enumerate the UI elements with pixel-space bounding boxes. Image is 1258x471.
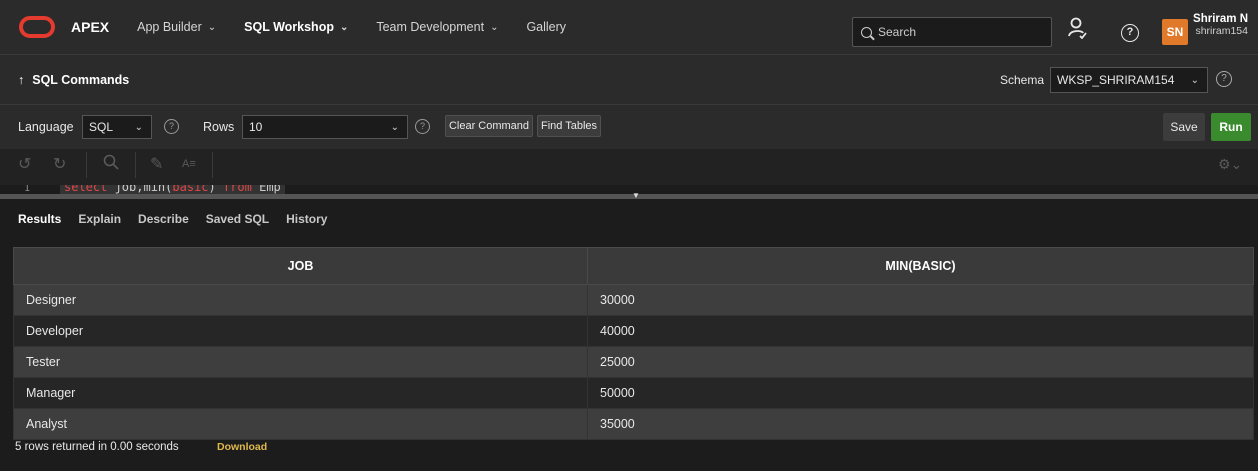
settings-gear-icon[interactable]: ⚙⌄: [1218, 156, 1242, 173]
tab-describe[interactable]: Describe: [138, 212, 189, 226]
avatar[interactable]: SN: [1162, 19, 1188, 45]
undo-icon[interactable]: ↺: [18, 154, 31, 174]
chevron-down-icon: ⌄: [1190, 74, 1199, 86]
user-menu[interactable]: Shriram N shriram154: [1192, 13, 1248, 37]
user-id: shriram154: [1195, 25, 1248, 37]
table-row: Designer 30000: [13, 284, 1254, 316]
main-nav: App Builder ⌄ SQL Workshop ⌄ Team Developm…: [137, 20, 594, 34]
tab-saved-sql[interactable]: Saved SQL: [206, 212, 269, 226]
schema-select[interactable]: WKSP_SHRIRAM154 ⌄: [1050, 67, 1208, 93]
search-icon: [861, 26, 872, 38]
user-name: Shriram N: [1193, 13, 1248, 25]
nav-team-development[interactable]: Team Development ⌄: [376, 20, 498, 34]
search-input[interactable]: Search: [852, 17, 1052, 47]
cell-min-basic: 30000: [587, 284, 1254, 316]
cell-min-basic: 50000: [587, 377, 1254, 409]
chevron-down-icon: ⌄: [490, 21, 499, 33]
save-button[interactable]: Save: [1163, 113, 1205, 141]
cell-min-basic: 25000: [587, 346, 1254, 378]
cell-min-basic: 40000: [587, 315, 1254, 347]
toolbar-divider: [135, 152, 136, 178]
nav-app-builder-label: App Builder: [137, 20, 202, 34]
sort-az-icon[interactable]: A≡: [182, 158, 196, 170]
tab-results[interactable]: Results: [18, 212, 61, 226]
column-header-min-basic: MIN(BASIC): [587, 247, 1254, 285]
table-row: Manager 50000: [13, 377, 1254, 409]
language-select[interactable]: SQL ⌄: [82, 115, 152, 139]
cell-job: Manager: [13, 377, 588, 409]
results-table: JOB MIN(BASIC) Designer 30000 Developer …: [13, 247, 1254, 440]
code-keyword: from: [222, 185, 252, 194]
help-icon[interactable]: ?: [1121, 24, 1139, 42]
chevron-down-icon: ⌄: [390, 121, 399, 133]
language-value: SQL: [89, 120, 114, 134]
line-number: 1: [24, 185, 31, 194]
logo-text: APEX: [71, 19, 110, 35]
cell-job: Tester: [13, 346, 588, 378]
arrow-up-icon: ↑: [18, 72, 25, 87]
nav-team-development-label: Team Development: [376, 20, 485, 34]
chevron-down-icon: ⌄: [339, 21, 349, 33]
rows-value: 10: [249, 120, 263, 134]
code-text: ): [208, 185, 223, 194]
find-icon[interactable]: [103, 154, 119, 175]
code-keyword: select: [64, 185, 108, 194]
schema-help-icon[interactable]: ?: [1216, 71, 1232, 87]
nav-sql-workshop[interactable]: SQL Workshop ⌄: [244, 20, 348, 34]
user-account-icon[interactable]: [1068, 17, 1088, 44]
tab-explain[interactable]: Explain: [78, 212, 121, 226]
breadcrumb[interactable]: ↑ SQL Commands: [18, 73, 129, 87]
nav-gallery-label: Gallery: [526, 20, 567, 34]
code-line: select job,min(basic) from Emp: [60, 185, 285, 194]
chevron-down-icon: ⌄: [207, 21, 217, 33]
language-help-icon[interactable]: ?: [164, 119, 179, 134]
table-row: Analyst 35000: [13, 408, 1254, 440]
wrench-icon[interactable]: ✎: [150, 154, 163, 174]
oracle-logo-icon: [19, 16, 55, 38]
nav-app-builder[interactable]: App Builder ⌄: [137, 20, 216, 34]
results-tabs: Results Explain Describe Saved SQL Histo…: [0, 199, 1258, 238]
table-row: Tester 25000: [13, 346, 1254, 378]
rows-returned-status: 5 rows returned in 0.00 seconds: [15, 441, 179, 453]
code-text: Emp: [251, 185, 281, 194]
table-row: Developer 40000: [13, 315, 1254, 347]
nav-gallery[interactable]: Gallery: [526, 20, 566, 34]
language-label: Language: [18, 120, 74, 134]
rows-help-icon[interactable]: ?: [415, 119, 430, 134]
search-placeholder: Search: [878, 25, 917, 39]
clear-command-button[interactable]: Clear Command: [445, 115, 533, 137]
redo-icon[interactable]: ↻: [53, 154, 66, 174]
find-tables-button[interactable]: Find Tables: [537, 115, 601, 137]
download-link[interactable]: Download: [217, 441, 267, 453]
toolbar-divider: [212, 152, 213, 178]
chevron-down-icon: ⌄: [134, 121, 143, 133]
breadcrumb-label: SQL Commands: [32, 72, 130, 87]
cell-min-basic: 35000: [587, 408, 1254, 440]
cell-job: Analyst: [13, 408, 588, 440]
rows-label: Rows: [203, 120, 235, 134]
apex-logo[interactable]: APEX: [19, 16, 109, 38]
cell-job: Developer: [13, 315, 588, 347]
run-button[interactable]: Run: [1211, 113, 1251, 141]
tab-history[interactable]: History: [286, 212, 327, 226]
code-arg: basic: [172, 185, 209, 194]
column-header-job: JOB: [13, 247, 588, 285]
toolbar-divider: [86, 152, 87, 178]
nav-sql-workshop-label: SQL Workshop: [244, 20, 334, 34]
code-text: job,min(: [107, 185, 173, 194]
table-header-row: JOB MIN(BASIC): [13, 247, 1254, 285]
schema-value: WKSP_SHRIRAM154: [1057, 73, 1175, 87]
command-toolbar: [0, 104, 1258, 149]
cell-job: Designer: [13, 284, 588, 316]
rows-select[interactable]: 10 ⌄: [242, 115, 408, 139]
sql-editor[interactable]: 1 select job,min(basic) from Emp: [0, 185, 1258, 194]
schema-label: Schema: [1000, 73, 1045, 87]
